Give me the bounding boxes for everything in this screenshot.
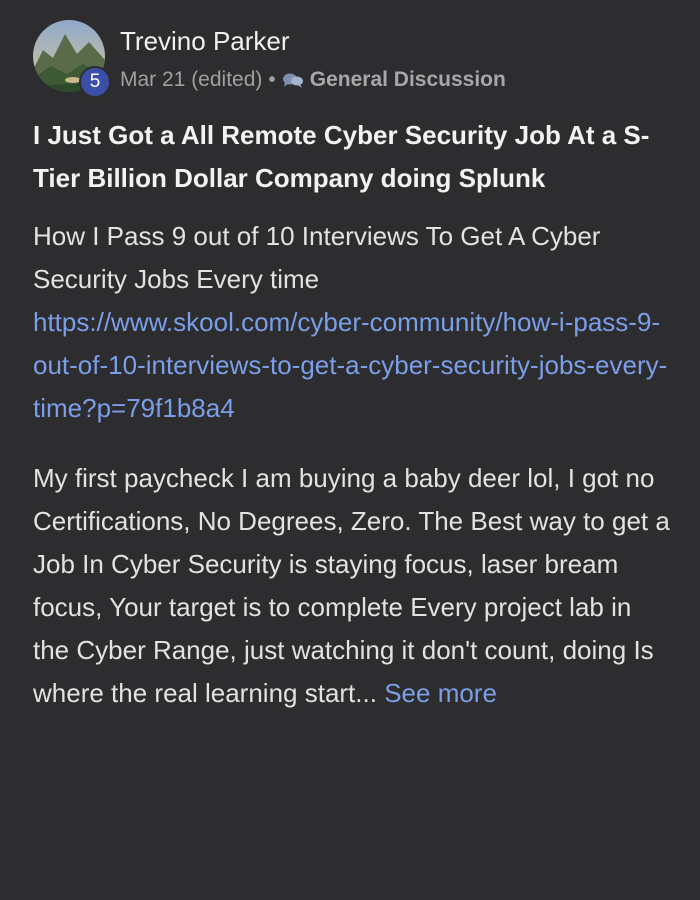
post-card: 5 Trevino Parker Mar 21 (edited) • Gener… xyxy=(0,0,700,900)
post-title[interactable]: I Just Got a All Remote Cyber Security J… xyxy=(33,114,673,200)
post-intro-block: How I Pass 9 out of 10 Interviews To Get… xyxy=(33,215,673,430)
post-body-block: My first paycheck I am buying a baby dee… xyxy=(33,457,673,715)
post-body: My first paycheck I am buying a baby dee… xyxy=(33,463,670,708)
category-link[interactable]: General Discussion xyxy=(310,68,506,92)
post-link[interactable]: https://www.skool.com/cyber-community/ho… xyxy=(33,301,673,430)
post-date: Mar 21 (edited) xyxy=(120,68,263,91)
post-intro: How I Pass 9 out of 10 Interviews To Get… xyxy=(33,221,601,294)
see-more-link[interactable]: See more xyxy=(384,678,497,708)
meta-separator: • xyxy=(268,68,276,91)
post-meta: Mar 21 (edited) • General Discussion xyxy=(120,68,506,92)
author-name[interactable]: Trevino Parker xyxy=(120,26,290,57)
speech-bubbles-icon xyxy=(282,71,304,89)
level-badge: 5 xyxy=(79,66,111,98)
